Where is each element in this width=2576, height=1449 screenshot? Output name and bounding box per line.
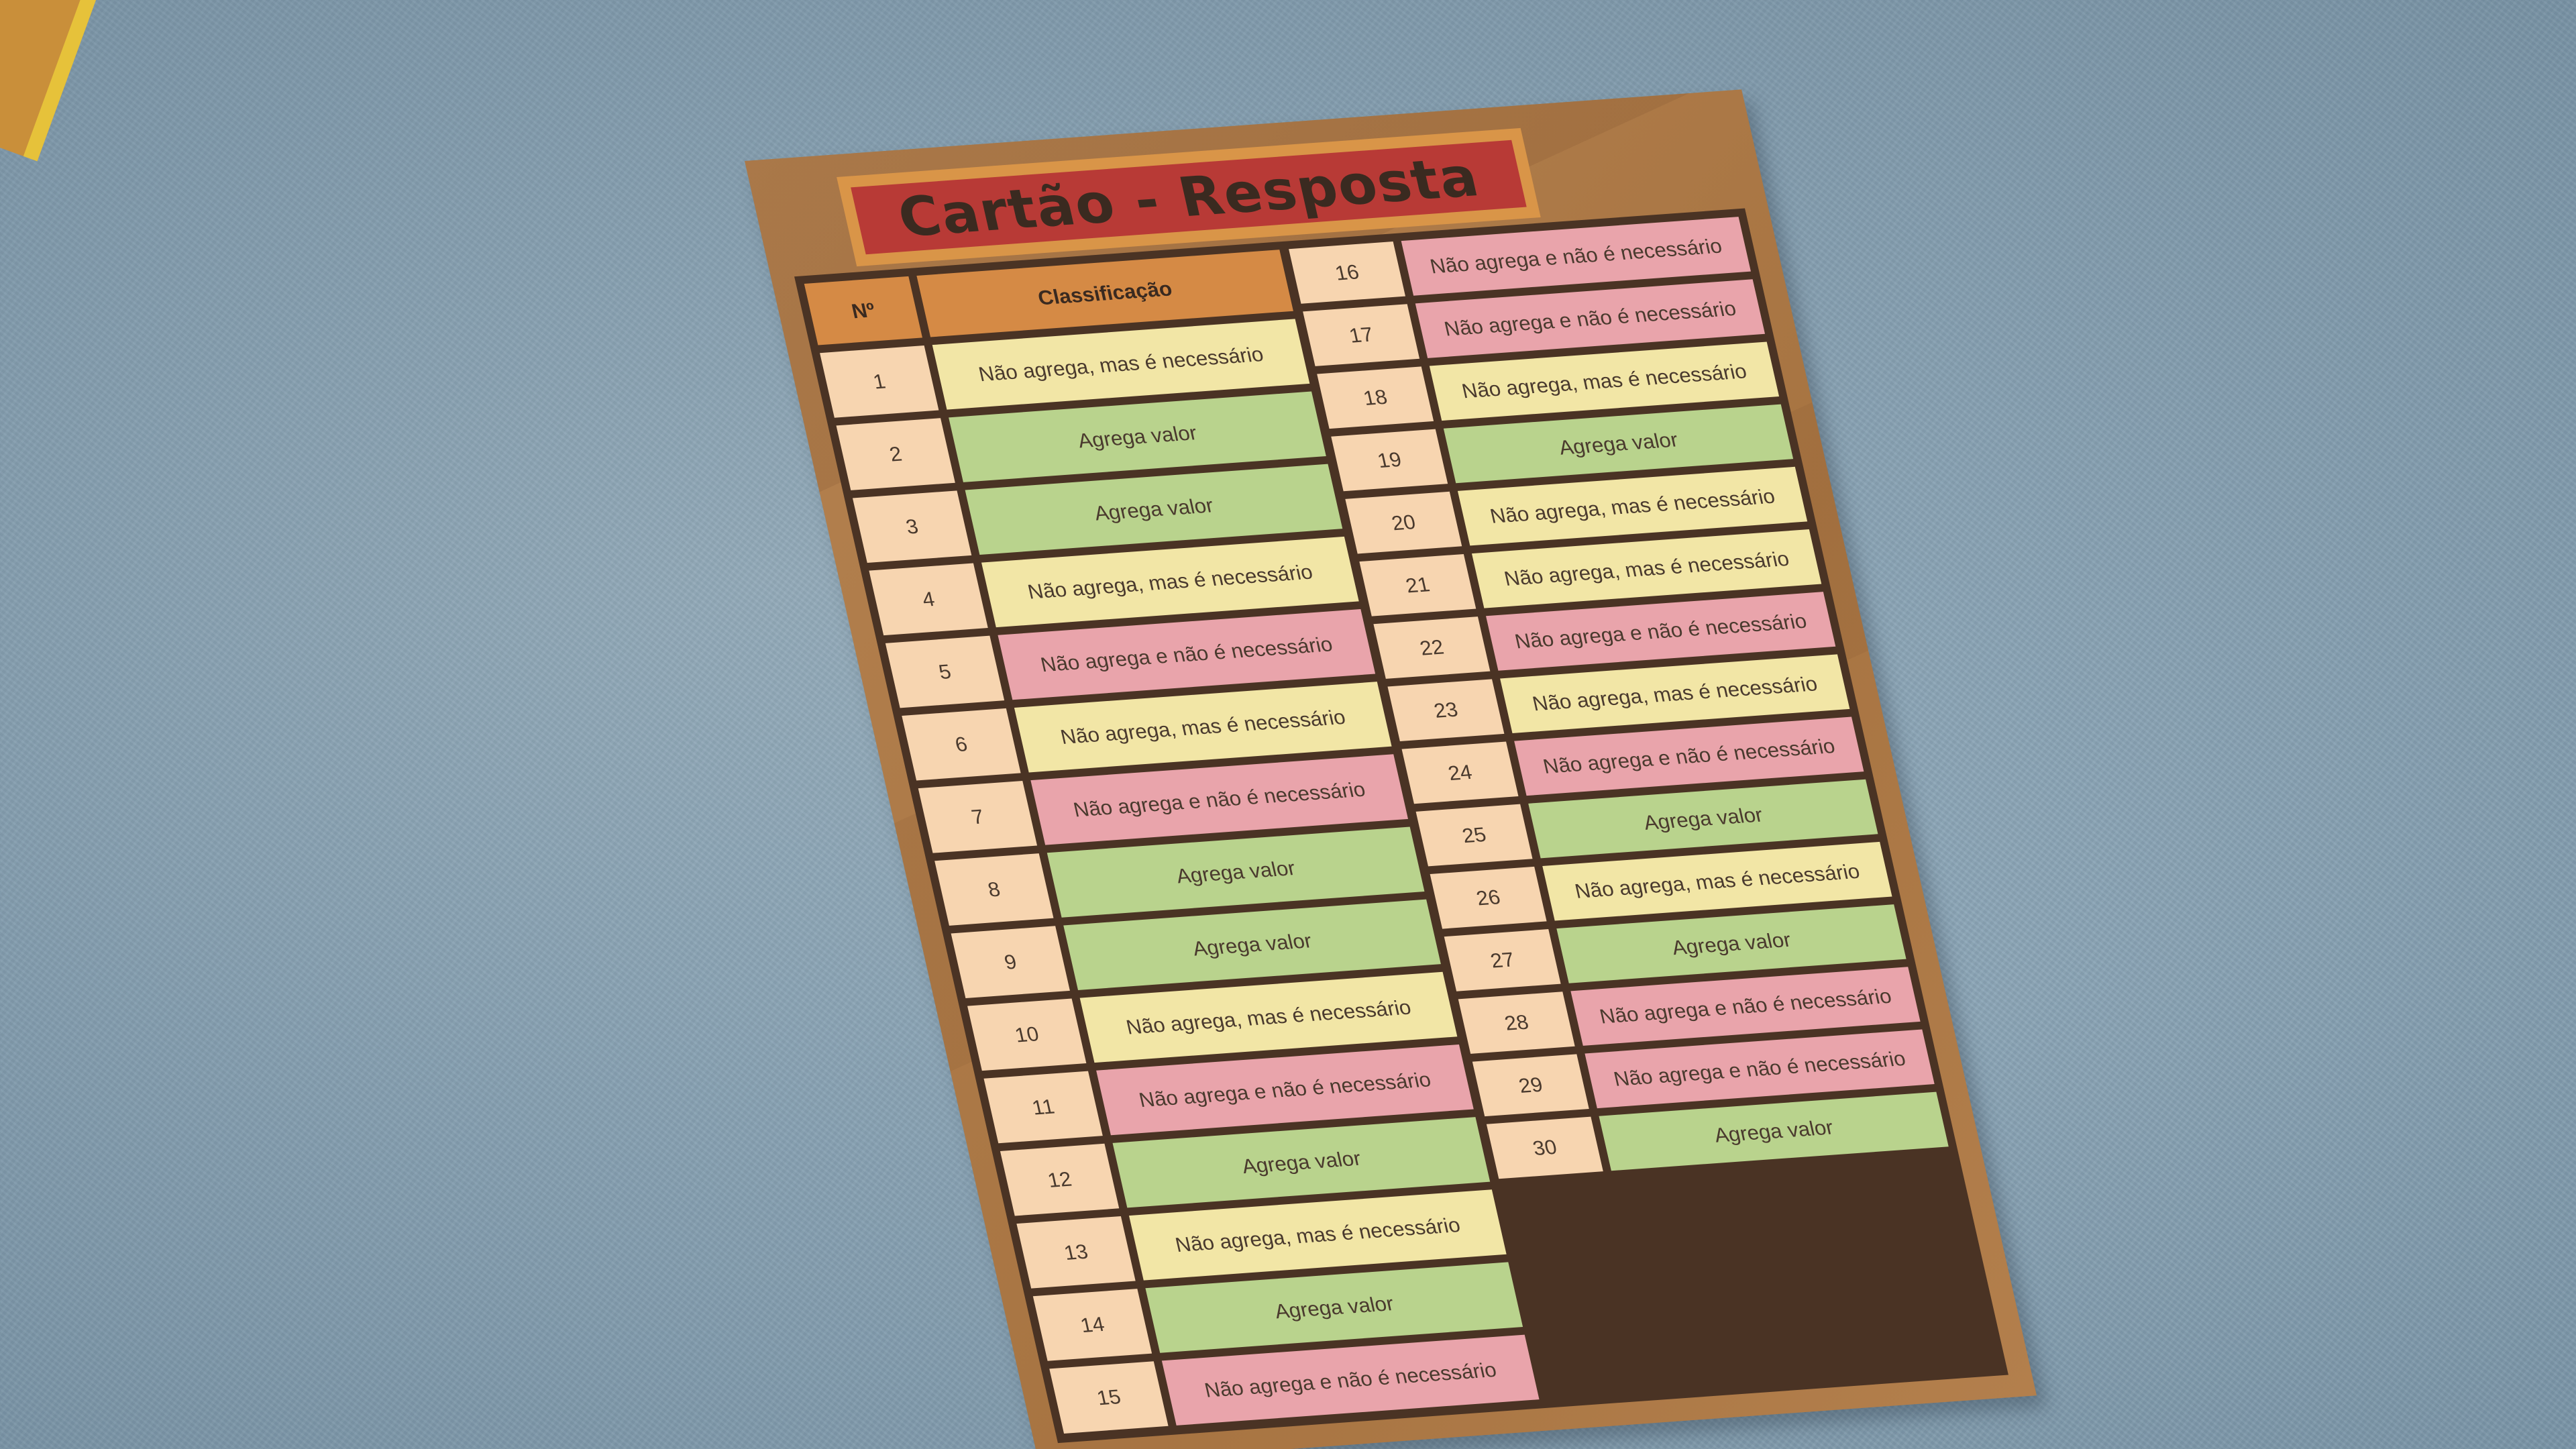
row-number: 24 — [1401, 741, 1519, 804]
row-number: 18 — [1317, 366, 1434, 429]
row-number: 23 — [1387, 679, 1505, 742]
row-number: 15 — [1049, 1361, 1169, 1434]
row-number: 5 — [885, 635, 1005, 708]
row-number: 20 — [1345, 491, 1462, 554]
row-number: 6 — [902, 708, 1021, 781]
row-number: 19 — [1331, 429, 1448, 492]
header-number: Nº — [804, 276, 922, 345]
row-number: 26 — [1430, 866, 1547, 929]
row-number: 28 — [1458, 991, 1575, 1054]
row-number: 30 — [1486, 1116, 1603, 1179]
row-number: 17 — [1303, 304, 1420, 366]
row-number: 21 — [1359, 553, 1477, 616]
row-number: 12 — [1000, 1143, 1120, 1216]
row-number: 4 — [869, 563, 988, 636]
row-number: 1 — [820, 345, 939, 418]
row-number: 22 — [1373, 616, 1491, 679]
row-number: 16 — [1289, 241, 1406, 304]
row-number: 27 — [1444, 929, 1561, 991]
row-number: 14 — [1032, 1289, 1152, 1361]
row-number: 2 — [836, 418, 955, 490]
row-number: 3 — [852, 490, 972, 564]
row-number: 25 — [1415, 804, 1533, 867]
row-number: 9 — [951, 926, 1070, 998]
row-number: 29 — [1472, 1054, 1589, 1117]
row-number: 13 — [1016, 1216, 1136, 1289]
row-number: 10 — [967, 998, 1087, 1071]
row-number: 7 — [918, 780, 1038, 853]
row-number: 8 — [934, 853, 1054, 926]
row-number: 11 — [983, 1071, 1103, 1144]
